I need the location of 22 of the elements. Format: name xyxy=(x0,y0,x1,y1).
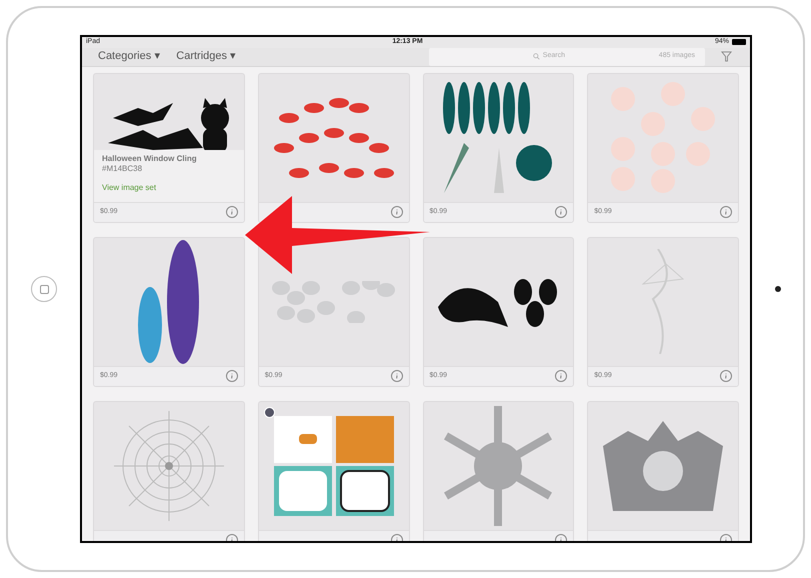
image-title: Halloween Window Cling xyxy=(102,154,198,164)
search-icon xyxy=(532,53,540,60)
info-icon[interactable] xyxy=(226,370,238,382)
home-button[interactable] xyxy=(31,276,57,302)
filter-menu[interactable]: Cartridges ▾ xyxy=(176,48,236,65)
info-icon[interactable] xyxy=(390,206,402,218)
filter-icon[interactable] xyxy=(721,51,732,62)
image-card[interactable] xyxy=(93,400,245,541)
info-icon[interactable] xyxy=(555,370,568,382)
info-icon[interactable] xyxy=(390,370,402,382)
image-code: #M14BC38 xyxy=(102,164,144,174)
info-icon[interactable] xyxy=(720,370,732,382)
image-card[interactable] xyxy=(422,400,574,541)
image-card[interactable] xyxy=(587,400,739,541)
battery-icon xyxy=(732,39,746,46)
filter-menu[interactable]: Categories ▾ xyxy=(98,48,160,65)
image-card[interactable] xyxy=(258,72,410,222)
info-icon[interactable] xyxy=(226,206,238,218)
info-icon[interactable] xyxy=(555,206,568,218)
info-icon[interactable] xyxy=(720,206,732,218)
image-card[interactable] xyxy=(258,400,410,541)
view-image-set-link[interactable]: View image set xyxy=(102,182,236,194)
